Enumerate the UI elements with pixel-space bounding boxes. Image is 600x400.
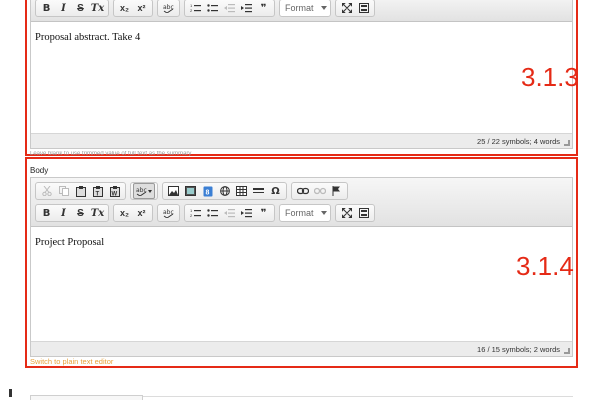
summary-hint: Leave blank to use trimmed value of full… bbox=[30, 151, 192, 156]
section-number-label: 3.1.3 bbox=[521, 62, 579, 92]
highlight-frame-3-1-4 bbox=[25, 157, 578, 368]
edge-marker bbox=[9, 389, 12, 397]
section-number-label: 3.1.4 bbox=[516, 251, 574, 281]
switch-plain-text-link[interactable]: Switch to plain text editor bbox=[30, 357, 113, 366]
highlight-frame-3-1-3 bbox=[25, 0, 578, 156]
bottom-tab[interactable] bbox=[30, 395, 143, 400]
divider bbox=[143, 396, 573, 397]
